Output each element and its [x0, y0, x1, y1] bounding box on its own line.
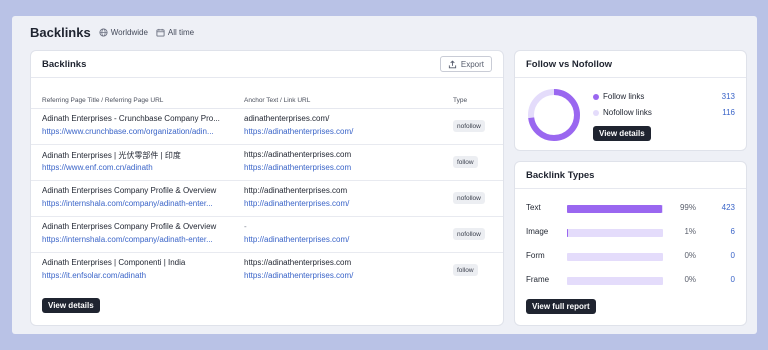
table-row: Adinath Enterprises Company Profile & Ov… [31, 217, 503, 253]
nofollow-dot-icon [593, 109, 599, 116]
export-label: Export [460, 59, 484, 69]
referring-page-url[interactable]: https://it.enfsolar.com/adinath [42, 271, 238, 280]
nofollow-count[interactable]: 116 [722, 108, 735, 117]
link-url[interactable]: http://adinathenterprises.com/ [244, 199, 444, 208]
calendar-icon [156, 28, 165, 37]
follow-dot-icon [593, 93, 599, 100]
scope-label: Worldwide [110, 28, 148, 37]
type-row-text: Text 99% 423 [515, 203, 746, 215]
scope-filter[interactable]: Worldwide [99, 28, 148, 37]
follow-nofollow-card: Follow vs Nofollow Follow links 313 Nofo… [514, 50, 747, 151]
export-icon [448, 59, 457, 69]
follow-legend-item: Follow links [593, 92, 644, 101]
types-card-title: Backlink Types [526, 170, 595, 181]
type-bar-track [567, 229, 663, 237]
link-type-badge: nofollow [453, 120, 485, 132]
referring-page-url[interactable]: https://www.crunchbase.com/organization/… [42, 127, 238, 136]
type-bar-fill [567, 205, 663, 213]
type-bar-track [567, 277, 663, 285]
type-percent: 99% [679, 203, 696, 212]
follow-legend-label: Follow links [603, 92, 645, 101]
link-type-badge: nofollow [453, 192, 485, 204]
anchor-text: https://adinathenterprises.com [244, 150, 352, 159]
type-count[interactable]: 423 [722, 203, 735, 212]
follow-donut-chart [528, 89, 580, 141]
referring-page-url[interactable]: https://internshala.com/company/adinath-… [42, 235, 238, 244]
export-button[interactable]: Export [439, 56, 492, 72]
globe-icon [99, 28, 108, 37]
referring-page-title: Adinath Enterprises | 光伏零部件 | 印度 [42, 151, 181, 160]
backlinks-card: Backlinks Export Referring Page Title / … [30, 50, 504, 326]
report-frame: Backlinks Worldwide All time Backlinks E… [12, 16, 757, 334]
follow-card-title: Follow vs Nofollow [526, 59, 613, 70]
referring-page-title: Adinath Enterprises Company Profile & Ov… [42, 186, 217, 195]
type-name: Image [526, 227, 549, 236]
anchor-text: https://adinathenterprises.com [244, 258, 352, 267]
nofollow-legend-label: Nofollow links [603, 108, 652, 117]
table-row: Adinath Enterprises | 光伏零部件 | 印度 https:/… [31, 145, 503, 181]
view-details-button[interactable]: View details [42, 298, 100, 313]
referring-page-title: Adinath Enterprises - Crunchbase Company… [42, 114, 220, 123]
referring-page-url[interactable]: https://internshala.com/company/adinath-… [42, 199, 238, 208]
follow-card-divider [515, 77, 746, 78]
card-header-divider [31, 77, 503, 78]
link-url[interactable]: https://adinathenterprises.com [244, 163, 444, 172]
type-name: Text [526, 203, 541, 212]
period-label: All time [167, 28, 195, 37]
types-card-divider [515, 188, 746, 189]
follow-view-details-button[interactable]: View details [593, 126, 651, 141]
type-percent: 0% [684, 275, 696, 284]
link-url[interactable]: https://adinathenterprises.com/ [244, 271, 444, 280]
type-bar-track [567, 253, 663, 261]
table-row: Adinath Enterprises | Componenti | India… [31, 253, 503, 289]
table-row: Adinath Enterprises Company Profile & Ov… [31, 181, 503, 217]
type-row-frame: Frame 0% 0 [515, 275, 746, 287]
table-row: Adinath Enterprises - Crunchbase Company… [31, 109, 503, 145]
type-bar-track [567, 205, 663, 213]
anchor-text: adinathenterprises.com/ [244, 114, 330, 123]
type-count[interactable]: 0 [731, 275, 735, 284]
referring-page-title: Adinath Enterprises | Componenti | India [42, 258, 186, 267]
referring-page-url[interactable]: https://www.enf.com.cn/adinath [42, 163, 238, 172]
report-header: Backlinks Worldwide All time [30, 25, 202, 40]
type-name: Frame [526, 275, 550, 284]
follow-count[interactable]: 313 [722, 92, 735, 101]
type-bar-fill [567, 229, 569, 237]
col-header-referring-page: Referring Page Title / Referring Page UR… [42, 97, 164, 104]
link-url[interactable]: https://adinathenterprises.com/ [244, 127, 444, 136]
type-percent: 1% [684, 227, 696, 236]
backlinks-card-title: Backlinks [42, 59, 87, 70]
page-title: Backlinks [30, 25, 91, 40]
col-header-type: Type [453, 97, 468, 104]
nofollow-legend-item: Nofollow links [593, 108, 652, 117]
link-url[interactable]: http://adinathenterprises.com/ [244, 235, 444, 244]
type-row-form: Form 0% 0 [515, 251, 746, 263]
period-filter[interactable]: All time [156, 28, 194, 37]
link-type-badge: nofollow [453, 228, 485, 240]
type-count[interactable]: 0 [731, 251, 735, 260]
type-row-image: Image 1% 6 [515, 227, 746, 239]
col-header-anchor-text: Anchor Text / Link URL [244, 97, 311, 104]
referring-page-title: Adinath Enterprises Company Profile & Ov… [42, 222, 217, 231]
anchor-text: http://adinathenterprises.com [244, 186, 348, 195]
type-name: Form [526, 251, 545, 260]
anchor-text: - [244, 222, 247, 231]
type-percent: 0% [684, 251, 696, 260]
backlink-types-card: Backlink Types Text 99% 423 Image 1% 6 F… [514, 161, 747, 326]
link-type-badge: follow [453, 264, 478, 276]
type-count[interactable]: 6 [731, 227, 735, 236]
view-full-report-button[interactable]: View full report [526, 299, 596, 314]
link-type-badge: follow [453, 156, 478, 168]
